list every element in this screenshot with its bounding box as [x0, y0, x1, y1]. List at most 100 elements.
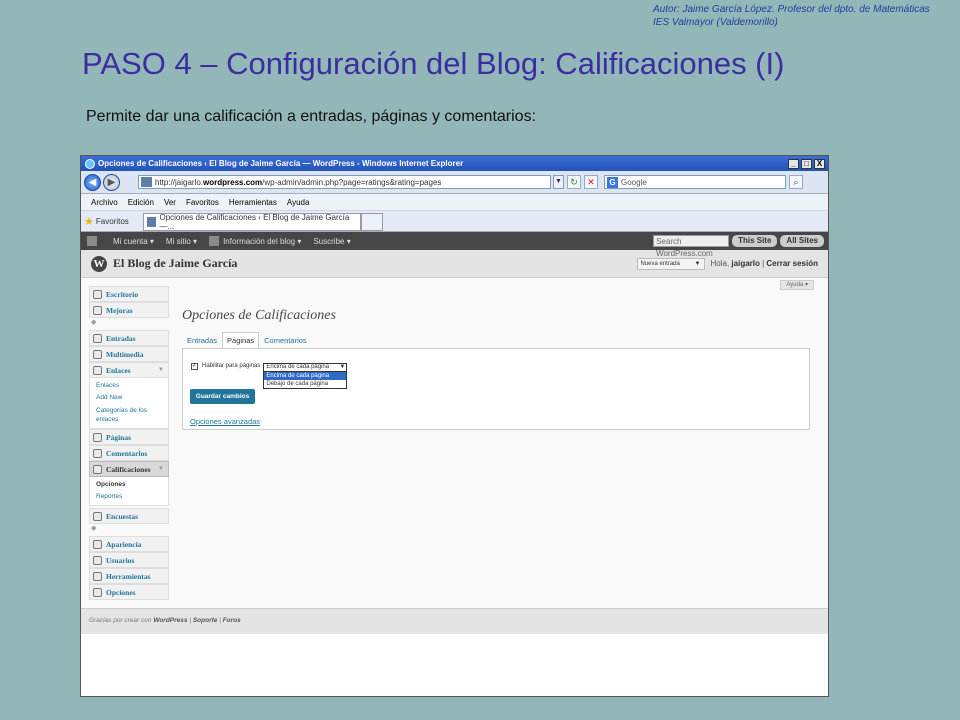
logout-link[interactable]: Cerrar sesión: [766, 259, 818, 268]
tab-paginas[interactable]: Páginas: [222, 332, 260, 349]
blog-name[interactable]: El Blog de Jaime García: [113, 256, 237, 271]
sidebar-item-calificaciones[interactable]: Calificaciones ▼: [89, 461, 169, 477]
new-entry-dropdown[interactable]: Nueva entrada ▼: [636, 257, 705, 270]
window-title: Opciones de Calificaciones ‹ El Blog de …: [98, 159, 464, 168]
submenu-opciones[interactable]: Opciones: [96, 479, 168, 491]
search-box[interactable]: G Google: [604, 175, 786, 189]
sidebar-item-encuestas[interactable]: Encuestas: [89, 508, 169, 524]
admin-bar-subscribe[interactable]: Suscribe ▾: [313, 237, 350, 246]
back-button[interactable]: ◀: [84, 173, 101, 191]
admin-bar-my-account[interactable]: Mi cuenta ▾: [113, 237, 154, 246]
enable-pages-row: ✓ Habilitar para páginas Encima de cada …: [191, 363, 348, 389]
position-select[interactable]: Encima de cada página ▼ Encima de cada pá…: [263, 363, 348, 389]
sidebar-label: Apariencia: [106, 539, 142, 549]
menu-ver[interactable]: Ver: [164, 198, 176, 207]
search-placeholder: Google: [621, 177, 647, 187]
address-bar: ◀ ▶ http://jaigarlo. wordpress.com/wp-adm…: [81, 171, 828, 194]
sidebar-label: Mejoras: [106, 305, 133, 315]
menu-archivo[interactable]: Archivo: [91, 198, 118, 207]
chevron-down-icon[interactable]: ▼: [158, 466, 164, 472]
submenu-add-new[interactable]: Add New: [96, 392, 168, 404]
all-sites-button[interactable]: All Sites: [780, 235, 824, 247]
position-select-box[interactable]: Encima de cada página ▼: [263, 363, 348, 372]
url-dropdown-button[interactable]: ▼: [553, 175, 564, 189]
menu-ayuda[interactable]: Ayuda: [287, 198, 310, 207]
sidebar-item-opciones[interactable]: Opciones: [89, 584, 169, 600]
enable-pages-checkbox[interactable]: ✓: [191, 363, 198, 370]
position-select-value: Encima de cada página: [266, 364, 330, 370]
url-suffix: /wp-admin/admin.php?page=ratings&rating=…: [262, 177, 442, 187]
browser-tab[interactable]: Opciones de Calificaciones ‹ El Blog de …: [142, 213, 361, 231]
window-title-bar: Opciones de Calificaciones ‹ El Blog de …: [81, 156, 828, 171]
stop-icon[interactable]: ✕: [584, 175, 598, 189]
new-tab-button[interactable]: [360, 213, 383, 231]
chevron-down-icon: ▼: [339, 364, 346, 370]
menu-herramientas[interactable]: Herramientas: [229, 198, 277, 207]
sidebar-item-herramientas[interactable]: Herramientas: [89, 568, 169, 584]
select-option[interactable]: Debajo de cada página: [264, 380, 346, 388]
sidebar-item-usuarios[interactable]: Usuarios: [89, 552, 169, 568]
sidebar-item-apariencia[interactable]: Apariencia: [89, 536, 169, 552]
menu-edicion[interactable]: Edición: [128, 198, 154, 207]
sidebar-separator: ◆: [91, 525, 97, 532]
admin-bar-my-site[interactable]: Mi sitio ▾: [166, 237, 197, 246]
menu-favoritos[interactable]: Favoritos: [186, 198, 219, 207]
page-title: Opciones de Calificaciones: [182, 308, 336, 323]
chevron-down-icon[interactable]: ▼: [158, 367, 164, 373]
close-window-button[interactable]: X: [814, 158, 825, 169]
username-link[interactable]: jaigarlo: [731, 259, 759, 268]
submenu-link-categories[interactable]: Categorías de los enlaces: [96, 404, 168, 426]
sidebar-label: Usuarios: [106, 555, 135, 565]
links-icon: [93, 365, 102, 375]
menu-bar: Archivo Edición Ver Favoritos Herramient…: [81, 194, 828, 211]
hello-label: Hola,: [710, 259, 730, 268]
author-line-1: Autor: Jaime García López. Profesor del …: [653, 4, 930, 15]
footer-wordpress-link[interactable]: WordPress: [153, 617, 187, 624]
select-option[interactable]: Encima de cada página: [264, 372, 347, 380]
submenu-reportes[interactable]: Reportes: [96, 491, 168, 503]
footer-forums-link[interactable]: Foros: [223, 617, 241, 624]
maximize-button[interactable]: □: [801, 158, 812, 169]
sidebar-item-entradas[interactable]: Entradas: [89, 330, 169, 346]
posts-icon: [93, 333, 102, 343]
this-site-button[interactable]: This Site: [732, 235, 778, 247]
url-prefix: http://jaigarlo.: [155, 177, 204, 187]
appearance-icon: [93, 539, 102, 549]
sidebar-label: Encuestas: [106, 511, 139, 521]
save-button[interactable]: Guardar cambios: [190, 389, 255, 404]
minimize-button[interactable]: _: [788, 158, 799, 169]
sidebar-item-paginas[interactable]: Páginas: [89, 429, 169, 445]
tab-entradas[interactable]: Entradas: [182, 332, 222, 349]
settings-icon: [93, 587, 102, 597]
forward-button[interactable]: ▶: [103, 173, 120, 191]
submenu-enlaces[interactable]: Enlaces: [96, 380, 168, 392]
help-button[interactable]: Ayuda ▾: [780, 280, 814, 290]
sidebar-item-mejoras[interactable]: Mejoras: [89, 302, 169, 318]
sidebar-label: Enlaces: [106, 365, 131, 375]
tab-comentarios[interactable]: Comentarios: [259, 332, 312, 349]
sidebar-separator: ◆: [91, 319, 97, 326]
sidebar-item-comentarios[interactable]: Comentarios: [89, 445, 169, 461]
slide-subtitle: Permite dar una calificación a entradas,…: [86, 108, 537, 125]
browser-screenshot: Opciones de Calificaciones ‹ El Blog de …: [80, 155, 829, 697]
sidebar-item-enlaces[interactable]: Enlaces ▼: [89, 362, 169, 378]
sidebar-label: Opciones: [106, 587, 136, 597]
footer-support-link[interactable]: Soporte: [193, 617, 218, 624]
admin-bar-logo[interactable]: [87, 236, 101, 246]
wp-small-icon: [87, 236, 97, 246]
enable-pages-label: Habilitar para páginas: [202, 363, 261, 369]
url-field[interactable]: http://jaigarlo. wordpress.com/wp-admin/a…: [138, 175, 551, 189]
favorites-button[interactable]: Favoritos: [96, 217, 129, 226]
admin-bar-search[interactable]: Search WordPress.com: [653, 235, 730, 258]
sidebar-label: Páginas: [106, 432, 132, 442]
advanced-options-link[interactable]: Opciones avanzadas: [190, 417, 260, 426]
wp-header: W El Blog de Jaime García Nueva entrada ▼…: [81, 250, 828, 278]
refresh-icon[interactable]: ↻: [567, 175, 581, 189]
sidebar-item-multimedia[interactable]: Multimedia: [89, 346, 169, 362]
wordpress-logo-icon: W: [91, 255, 107, 272]
sidebar-item-escritorio[interactable]: Escritorio: [89, 286, 169, 302]
admin-sidebar: Escritorio Mejoras ◆ Entradas Multimedia…: [89, 286, 169, 600]
author-line-2: IES Valmayor (Valdemorillo): [653, 17, 778, 28]
admin-bar-blog-info-wrap[interactable]: Información del blog ▾: [209, 236, 301, 246]
search-icon[interactable]: ⌕: [789, 175, 803, 189]
